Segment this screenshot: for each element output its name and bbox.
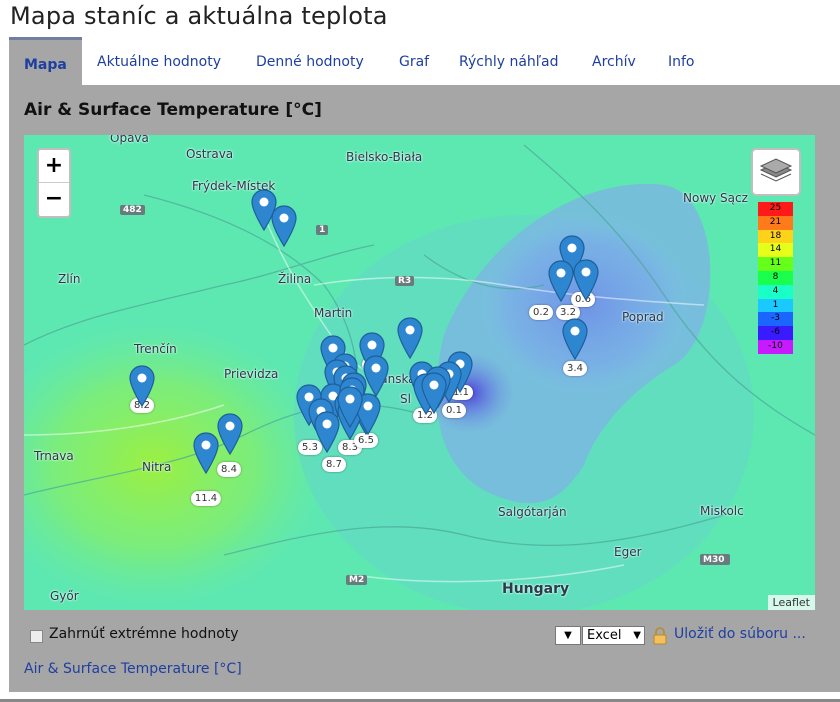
station-marker[interactable] <box>397 317 423 360</box>
page-title: Mapa staníc a aktuálna teplota <box>10 2 388 30</box>
zoom-in-button[interactable]: + <box>39 150 69 183</box>
road-sign: R3 <box>395 276 415 286</box>
panel-title: Air & Surface Temperature [°C] <box>24 100 322 120</box>
legend-item: -3 <box>758 312 793 327</box>
station-value-label: 8.4 <box>217 462 241 477</box>
map-controls-row: Zahrnúť extrémne hodnoty ▼ Excel ▼ Uložiť… <box>24 626 834 648</box>
tab-archiv[interactable]: Archív <box>592 37 636 85</box>
place-label: Győr <box>50 589 79 603</box>
tab-bar: Mapa Aktuálne hodnoty Denné hodnoty Graf… <box>9 37 840 85</box>
extremes-checkbox[interactable] <box>30 630 43 643</box>
tab-denne-hodnoty[interactable]: Denné hodnoty <box>256 37 364 85</box>
tab-graf[interactable]: Graf <box>399 37 429 85</box>
legend-item: 21 <box>758 215 793 230</box>
place-label: Trnava <box>34 449 74 463</box>
road-sign: M30 <box>700 555 728 565</box>
station-value-label: 8.7 <box>322 457 346 472</box>
place-label: Martin <box>314 306 353 320</box>
place-label: Nitra <box>142 460 172 474</box>
footer-link[interactable]: Air & Surface Temperature [°C] <box>24 661 242 677</box>
legend-item: 8 <box>758 270 793 285</box>
place-label: Nowy Sącz <box>683 191 748 205</box>
map-pin-icon <box>573 259 599 302</box>
place-label: Prievidza <box>224 367 279 381</box>
road-sign: 482 <box>120 205 145 215</box>
legend-item: 4 <box>758 284 793 299</box>
legend-item: 11 <box>758 257 793 271</box>
station-value-label: 11.4 <box>190 491 222 506</box>
legend-item: 25 <box>758 202 793 216</box>
zoom-out-button[interactable]: − <box>39 183 69 216</box>
format-select[interactable]: Excel ▼ <box>582 626 645 645</box>
map-panel: Air & Surface Temperature [°C] Opava Ost… <box>9 85 840 692</box>
chevron-down-icon: ▼ <box>633 630 641 641</box>
place-label: Zlín <box>58 272 81 286</box>
temperature-map[interactable]: Opava Ostrava Bielsko-Biała Frýdek-Míste… <box>24 135 815 610</box>
tab-aktualne-hodnoty[interactable]: Aktuálne hodnoty <box>97 37 221 85</box>
place-label: Eger <box>614 545 642 559</box>
place-label: Salgótarján <box>498 505 567 519</box>
map-pin-icon <box>397 317 423 360</box>
layers-button[interactable] <box>751 148 801 196</box>
save-file-link[interactable]: Uložiť do súboru ... <box>674 626 806 642</box>
station-marker[interactable] <box>129 365 155 408</box>
tab-info[interactable]: Info <box>668 37 695 85</box>
map-pin-icon <box>217 413 243 456</box>
tab-mapa[interactable]: Mapa <box>9 37 82 85</box>
place-label: Ostrava <box>186 147 234 161</box>
lock-icon <box>653 627 667 645</box>
map-pin-icon <box>271 205 297 248</box>
place-label: Žilina <box>278 272 312 286</box>
extremes-label: Zahrnúť extrémne hodnoty <box>49 626 239 642</box>
station-marker[interactable] <box>217 413 243 456</box>
legend-item: 18 <box>758 229 793 244</box>
format-select-value: Excel <box>587 628 622 643</box>
station-marker[interactable] <box>271 205 297 248</box>
road-sign: M2 <box>346 575 368 585</box>
place-label: Miskolc <box>700 504 744 518</box>
station-marker[interactable] <box>421 372 447 415</box>
legend-item: 1 <box>758 298 793 313</box>
layers-icon <box>759 158 793 182</box>
map-pin-icon <box>129 365 155 408</box>
station-value-label: 3.4 <box>563 361 587 376</box>
map-pin-icon <box>562 318 588 361</box>
map-pin-icon <box>193 432 219 475</box>
place-label: Opava <box>110 135 149 145</box>
zoom-control: + − <box>37 148 71 218</box>
station-marker[interactable] <box>193 432 219 475</box>
station-marker[interactable] <box>337 386 363 429</box>
place-label: Hungary <box>502 581 570 597</box>
station-marker[interactable] <box>573 259 599 302</box>
place-label: Bielsko-Biała <box>346 150 423 164</box>
map-pin-icon <box>337 386 363 429</box>
station-marker[interactable] <box>548 260 574 303</box>
legend-item: -10 <box>758 339 793 354</box>
station-marker[interactable] <box>562 318 588 361</box>
blank-select[interactable]: ▼ <box>555 626 581 645</box>
temperature-legend: 25 21 18 14 11 8 4 1 -3 -6 -10 <box>758 202 793 354</box>
map-pin-icon <box>548 260 574 303</box>
tab-rychly-nahlad[interactable]: Rýchly náhľad <box>459 37 558 85</box>
station-value-label: 0.2 <box>529 305 553 320</box>
map-attribution[interactable]: Leaflet <box>767 595 815 610</box>
map-pin-icon <box>421 372 447 415</box>
road-sign: 1 <box>316 225 329 235</box>
legend-item: -6 <box>758 326 793 340</box>
legend-item: 14 <box>758 243 793 258</box>
place-label: Trenčín <box>134 342 177 356</box>
place-label: Poprad <box>622 310 664 324</box>
